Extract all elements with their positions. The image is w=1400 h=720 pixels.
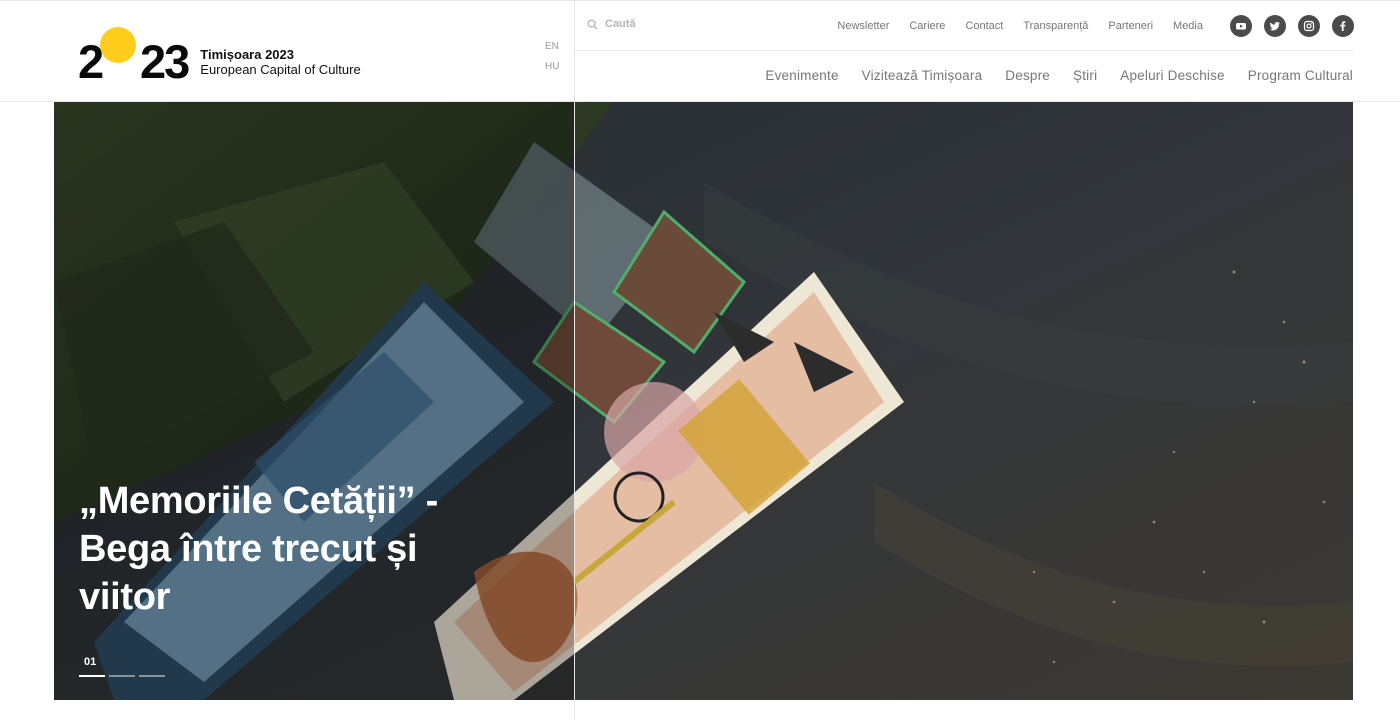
language-hu[interactable]: HU [545,57,559,77]
layout-divider [574,0,575,720]
search-icon [587,18,598,30]
nav-stiri[interactable]: Știri [1073,68,1097,83]
hero-title-line-2: Bega între trecut și [79,528,418,570]
instagram-icon[interactable] [1298,15,1320,37]
utility-nav: Newsletter Cariere Contact Transparență … [837,20,1203,32]
link-cariere[interactable]: Cariere [909,20,945,32]
slide-bar [79,675,105,677]
slide-indicator-2[interactable] [109,656,135,677]
hero-title[interactable]: „Memoriile Cetății” - Bega între trecut … [79,477,499,621]
slide-bar [109,675,135,677]
header-divider [575,50,1353,51]
logo-subtitle: European Capital of Culture [200,61,361,77]
slide-bar [139,675,165,677]
link-media[interactable]: Media [1173,20,1203,32]
facebook-icon[interactable] [1332,15,1354,37]
site-logo[interactable]: 2 23 Timișoara 2023 European Capital of … [78,23,378,85]
link-parteneri[interactable]: Parteneri [1108,20,1153,32]
language-switcher: EN HU [545,37,559,77]
search-box[interactable]: Caută [587,18,636,30]
youtube-icon[interactable] [1230,15,1252,37]
link-contact[interactable]: Contact [965,20,1003,32]
site-header: 2 23 Timișoara 2023 European Capital of … [0,0,1400,102]
hero-title-line-3: viitor [79,576,171,618]
link-transparenta[interactable]: Transparență [1023,20,1088,32]
nav-apeluri-deschise[interactable]: Apeluri Deschise [1120,68,1225,83]
twitter-icon[interactable] [1264,15,1286,37]
main-nav: Evenimente Vizitează Timișoara Despre Șt… [765,68,1353,83]
slide-indicator-1[interactable]: 01 [79,656,105,677]
hero-title-line-1: „Memoriile Cetății” - [79,480,438,522]
hero-slider[interactable]: „Memoriile Cetății” - Bega între trecut … [54,102,1353,700]
logo-sun-circle [100,27,136,63]
logo-digits-23: 23 [140,35,190,88]
language-en[interactable]: EN [545,37,559,57]
slide-number: 01 [84,656,97,668]
logo-text: Timișoara 2023 European Capital of Cultu… [200,48,360,77]
logo-title: Timișoara 2023 [200,47,294,63]
social-links [1230,15,1354,37]
slider-pagination: 01 [79,656,165,677]
logo-mark: 2 23 [78,25,190,88]
nav-evenimente[interactable]: Evenimente [765,68,838,83]
nav-despre[interactable]: Despre [1005,68,1050,83]
nav-viziteaza-timisoara[interactable]: Vizitează Timișoara [862,68,983,83]
link-newsletter[interactable]: Newsletter [837,20,889,32]
nav-program-cultural[interactable]: Program Cultural [1248,68,1353,83]
logo-digit-2: 2 [78,35,104,88]
slide-indicator-3[interactable] [139,656,165,677]
search-input[interactable]: Caută [605,18,636,30]
